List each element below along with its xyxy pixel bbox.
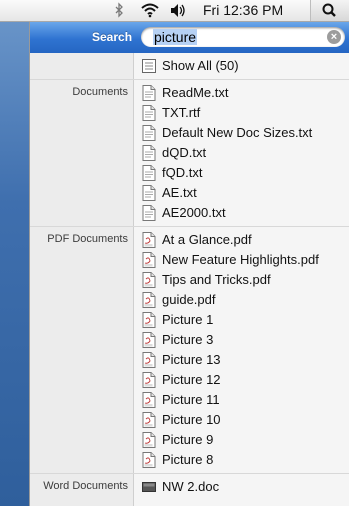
clear-icon[interactable]: ×: [327, 30, 341, 44]
pdf-document-icon: [142, 352, 156, 368]
result-item-label: guide.pdf: [162, 292, 216, 307]
pdf-document-icon: [142, 452, 156, 468]
result-item-label: TXT.rtf: [162, 105, 201, 120]
result-item-label: Picture 11: [162, 392, 220, 407]
result-item-label: Tips and Tricks.pdf: [162, 272, 271, 287]
category-column: [30, 53, 134, 506]
result-item[interactable]: Picture 12: [134, 370, 349, 390]
text-document-icon: [142, 205, 156, 221]
word-document-icon: [142, 479, 156, 495]
result-item-label: ReadMe.txt: [162, 85, 229, 100]
result-item[interactable]: TXT.rtf: [134, 103, 349, 123]
bluetooth-icon[interactable]: [113, 0, 125, 21]
pdf-document-icon: [142, 312, 156, 328]
result-item[interactable]: AE2000.txt: [134, 203, 349, 223]
pdf-document-icon: [142, 372, 156, 388]
show-all-icon: [142, 58, 156, 74]
text-document-icon: [142, 185, 156, 201]
result-item[interactable]: Picture 9: [134, 430, 349, 450]
desktop-background: [0, 0, 30, 506]
group-separator: [30, 473, 349, 474]
spotlight-results-panel: Search picture × Show All (50) Documents R…: [29, 22, 349, 506]
result-item-label: Picture 8: [162, 452, 214, 467]
text-document-icon: [142, 145, 156, 161]
result-item-label: Picture 3: [162, 332, 214, 347]
menu-bar: Fri 12:36 PM: [0, 0, 349, 22]
pdf-document-icon: [142, 292, 156, 308]
pdf-document-icon: [142, 392, 156, 408]
search-query-text[interactable]: picture: [153, 29, 198, 45]
text-document-icon: [142, 85, 156, 101]
spotlight-search-field[interactable]: picture ×: [141, 27, 345, 47]
pdf-document-icon: [142, 252, 156, 268]
result-item[interactable]: At a Glance.pdf: [134, 230, 349, 250]
result-item-label: At a Glance.pdf: [162, 232, 252, 247]
result-item-label: Picture 1: [162, 312, 214, 327]
result-item-label: AE.txt: [162, 185, 197, 200]
result-item[interactable]: Picture 10: [134, 410, 349, 430]
pdf-document-icon: [142, 412, 156, 428]
category-label: PDF Documents: [47, 233, 128, 245]
result-item[interactable]: Picture 13: [134, 350, 349, 370]
result-item[interactable]: NW 2.doc: [134, 477, 349, 497]
result-item-label: AE2000.txt: [162, 205, 226, 220]
result-item-label: New Feature Highlights.pdf: [162, 252, 319, 267]
menubar-clock[interactable]: Fri 12:36 PM: [203, 0, 283, 21]
search-label: Search: [92, 30, 133, 44]
spotlight-search-bar: Search picture ×: [30, 22, 349, 53]
result-item[interactable]: ReadMe.txt: [134, 83, 349, 103]
result-item[interactable]: New Feature Highlights.pdf: [134, 250, 349, 270]
result-item[interactable]: dQD.txt: [134, 143, 349, 163]
text-document-icon: [142, 125, 156, 141]
group-separator: [30, 226, 349, 227]
pdf-document-icon: [142, 232, 156, 248]
result-item[interactable]: AE.txt: [134, 183, 349, 203]
result-item-label: Picture 10: [162, 412, 221, 427]
result-item[interactable]: Picture 1: [134, 310, 349, 330]
result-item[interactable]: fQD.txt: [134, 163, 349, 183]
pdf-document-icon: [142, 272, 156, 288]
result-item[interactable]: Default New Doc Sizes.txt: [134, 123, 349, 143]
spotlight-menu-button[interactable]: [310, 0, 349, 21]
result-item-label: Default New Doc Sizes.txt: [162, 125, 313, 140]
wifi-icon[interactable]: [140, 0, 160, 21]
result-item[interactable]: Picture 11: [134, 390, 349, 410]
result-item-label: dQD.txt: [162, 145, 207, 160]
result-item[interactable]: Picture 3: [134, 330, 349, 350]
volume-icon[interactable]: [169, 0, 189, 21]
spotlight-icon: [322, 3, 336, 17]
result-item[interactable]: Show All (50): [134, 56, 349, 76]
text-document-icon: [142, 165, 156, 181]
result-item[interactable]: Picture 8: [134, 450, 349, 470]
result-item-label: fQD.txt: [162, 165, 203, 180]
result-item-label: Picture 12: [162, 372, 221, 387]
result-item[interactable]: guide.pdf: [134, 290, 349, 310]
result-item-label: NW 2.doc: [162, 479, 220, 494]
text-document-icon: [142, 105, 156, 121]
pdf-document-icon: [142, 332, 156, 348]
pdf-document-icon: [142, 432, 156, 448]
result-item-label: Show All (50): [162, 58, 239, 73]
result-item-label: Picture 13: [162, 352, 221, 367]
result-item[interactable]: Tips and Tricks.pdf: [134, 270, 349, 290]
category-label: Documents: [72, 86, 128, 98]
category-label: Word Documents: [43, 480, 128, 492]
group-separator: [30, 79, 349, 80]
result-item-label: Picture 9: [162, 432, 214, 447]
